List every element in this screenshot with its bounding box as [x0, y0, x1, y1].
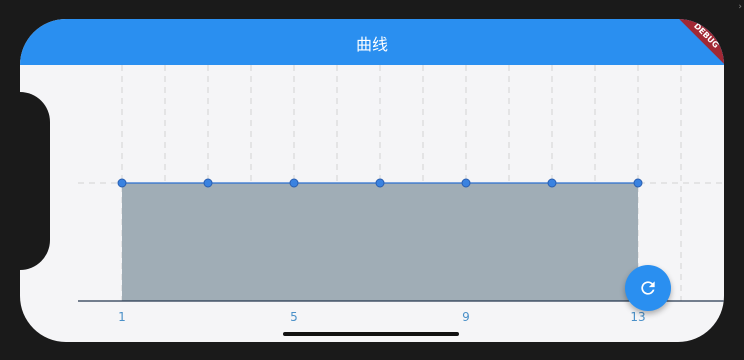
x-tick-label: 9: [462, 310, 470, 324]
refresh-button[interactable]: [625, 265, 671, 311]
x-tick-label: 5: [290, 310, 298, 324]
x-tick-label: 13: [630, 310, 645, 324]
home-indicator: [283, 332, 459, 336]
area-chart: 1 5 9 13: [78, 65, 724, 324]
data-point: [375, 178, 385, 188]
data-point: [547, 178, 557, 188]
data-point: [633, 178, 643, 188]
data-point: [117, 178, 127, 188]
corner-chevron-icon: ›: [738, 2, 742, 12]
data-point: [461, 178, 471, 188]
device-notch: [0, 92, 50, 270]
x-tick-label: 1: [118, 310, 126, 324]
area-fill: [122, 183, 638, 301]
app-screen: 曲线 DEBUG 1 5 9 13: [20, 19, 724, 342]
data-point: [203, 178, 213, 188]
refresh-icon: [641, 281, 655, 295]
data-point: [289, 178, 299, 188]
